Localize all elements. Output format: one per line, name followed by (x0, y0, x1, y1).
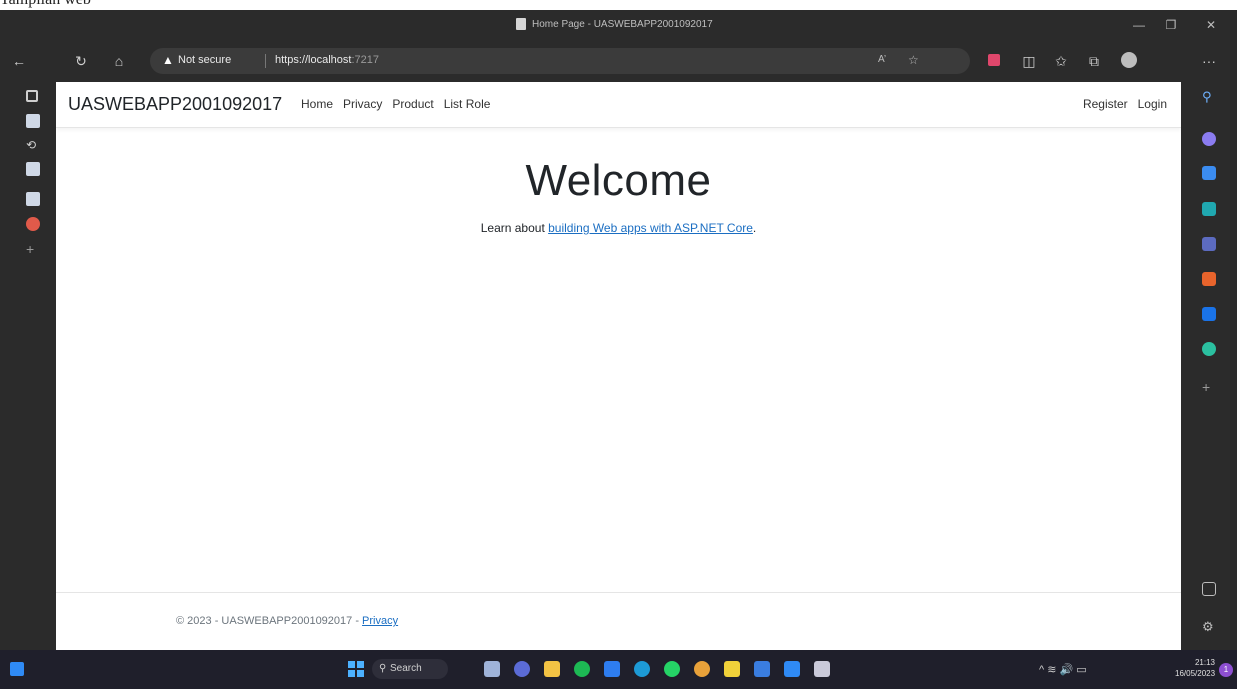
clock-time: 21:13 (1194, 658, 1215, 667)
system-tray[interactable]: ^ ≋ 🔊 ▭ (1039, 663, 1087, 676)
search-icon[interactable]: ⚲ (1202, 90, 1216, 104)
sidebar-layout-icon[interactable] (1202, 582, 1216, 596)
warning-icon[interactable]: ▲ (162, 53, 174, 67)
page-title: Welcome (525, 156, 712, 205)
url-text[interactable]: https://localhost:7217 (275, 54, 379, 66)
browser-toolbar: ← ↻ ⌂ ▲ Not secure https://localhost:721… (0, 40, 1237, 82)
tab-icon[interactable] (26, 162, 40, 176)
auth-links: Register Login (1083, 97, 1167, 111)
nav-link-home[interactable]: Home (301, 97, 333, 111)
minimize-button[interactable]: — (1128, 16, 1150, 34)
window-title-text: Home Page - UASWEBAPP2001092017 (532, 18, 713, 30)
nav-link-list-role[interactable]: List Role (444, 97, 491, 111)
tab-sync-icon[interactable]: ⟲ (26, 138, 40, 152)
close-button[interactable]: ✕ (1200, 16, 1222, 34)
footer-copyright: © 2023 - UASWEBAPP2001092017 - (176, 615, 363, 627)
favorite-star-icon[interactable]: ☆ (908, 53, 919, 67)
register-link[interactable]: Register (1083, 97, 1128, 111)
collections-icon[interactable]: ⧉ (1085, 52, 1103, 70)
read-aloud-icon[interactable]: A’ (878, 54, 886, 65)
aspnet-docs-link[interactable]: building Web apps with ASP.NET Core (548, 221, 753, 235)
taskbar-clock[interactable]: 21:13 16/05/2023 (1175, 657, 1215, 679)
chat-icon[interactable] (514, 661, 530, 677)
back-arrow-icon[interactable]: ← (10, 52, 28, 70)
site-brand[interactable]: UASWEBAPP2001092017 (68, 94, 282, 115)
more-options-icon[interactable]: ··· (1200, 52, 1218, 70)
clock-date: 16/05/2023 (1175, 669, 1216, 678)
address-bar[interactable]: ▲ Not secure https://localhost:7217 A’ ☆ (150, 48, 970, 74)
settings-gear-icon[interactable]: ⚙ (1202, 620, 1216, 634)
edge-sidebar: ⚲ + ⚙ (1181, 82, 1237, 650)
screen: Tampilan web Home Page - UASWEBAPP200109… (0, 0, 1237, 689)
drop-icon[interactable] (1202, 342, 1216, 356)
nav-links: Home Privacy Product List Role (301, 97, 490, 111)
profile-avatar-icon[interactable] (1120, 52, 1138, 70)
learn-suffix: . (752, 221, 757, 235)
page-icon (516, 18, 526, 30)
login-link[interactable]: Login (1138, 97, 1167, 111)
add-sidebar-app-icon[interactable]: + (1202, 380, 1216, 394)
footer-privacy-link[interactable]: Privacy (362, 615, 398, 627)
widgets-icon[interactable] (10, 662, 24, 676)
learn-prefix: Learn about (480, 221, 549, 235)
word-icon[interactable] (754, 661, 770, 677)
office-icon[interactable] (1202, 272, 1216, 286)
whatsapp-icon[interactable] (664, 661, 680, 677)
search-icon: ⚲ (379, 663, 387, 674)
task-view-icon[interactable] (484, 661, 500, 677)
url-port: :7217 (351, 54, 379, 66)
extension-icon[interactable] (985, 52, 1003, 70)
site-navbar: UASWEBAPP2001092017 Home Privacy Product… (56, 82, 1181, 128)
windows-taskbar: ⚲ Search ^ ≋ 🔊 ▭ 21:13 16/05/2023 1 (0, 650, 1237, 689)
games-icon[interactable] (1202, 237, 1216, 251)
address-divider (265, 54, 266, 68)
nav-link-privacy[interactable]: Privacy (343, 97, 382, 111)
notepad-icon[interactable] (604, 661, 620, 677)
edge-browser-icon[interactable] (634, 661, 650, 677)
start-windows-icon[interactable] (348, 661, 364, 677)
tab-icon[interactable] (26, 192, 40, 206)
favorites-icon[interactable]: ✩ (1052, 52, 1070, 70)
home-icon[interactable]: ⌂ (110, 52, 128, 70)
maximize-button[interactable]: ❐ (1160, 16, 1182, 34)
nav-link-product[interactable]: Product (392, 97, 433, 111)
vertical-tabs-strip: ⟲ + (0, 82, 56, 650)
split-screen-icon[interactable]: ◫ (1020, 52, 1038, 70)
app-icon[interactable] (814, 661, 830, 677)
vscode-icon[interactable] (784, 661, 800, 677)
tab-actions-icon[interactable] (26, 90, 38, 102)
chrome-icon[interactable] (694, 661, 710, 677)
new-tab-plus-icon[interactable]: + (26, 242, 40, 256)
refresh-icon[interactable]: ↻ (72, 52, 90, 70)
learn-text: Learn about building Web apps with ASP.N… (56, 221, 1181, 235)
powerbi-icon[interactable] (724, 661, 740, 677)
document-caption: Tampilan web (0, 0, 1237, 10)
file-explorer-icon[interactable] (544, 661, 560, 677)
window-title: Home Page - UASWEBAPP2001092017 (516, 18, 713, 30)
window-titlebar: Home Page - UASWEBAPP2001092017 — ❐ ✕ (0, 10, 1237, 40)
notification-badge[interactable]: 1 (1219, 663, 1233, 677)
site-footer: © 2023 - UASWEBAPP2001092017 - Privacy (56, 592, 1181, 650)
tab-icon[interactable] (26, 114, 40, 128)
taskbar-search-label: Search (390, 663, 422, 674)
shopping-icon[interactable] (1202, 166, 1216, 180)
spotify-icon[interactable] (574, 661, 590, 677)
outlook-icon[interactable] (1202, 307, 1216, 321)
url-host: https://localhost (275, 54, 352, 66)
caption-text: Tampilan web (0, 0, 91, 9)
taskbar-search[interactable]: ⚲ Search (372, 659, 448, 679)
web-page: UASWEBAPP2001092017 Home Privacy Product… (56, 82, 1181, 650)
tools-icon[interactable] (1202, 202, 1216, 216)
copilot-icon[interactable] (1202, 132, 1216, 146)
footer-text: © 2023 - UASWEBAPP2001092017 - Privacy (176, 615, 398, 627)
tab-icon[interactable] (26, 217, 40, 231)
security-status[interactable]: Not secure (178, 54, 231, 66)
